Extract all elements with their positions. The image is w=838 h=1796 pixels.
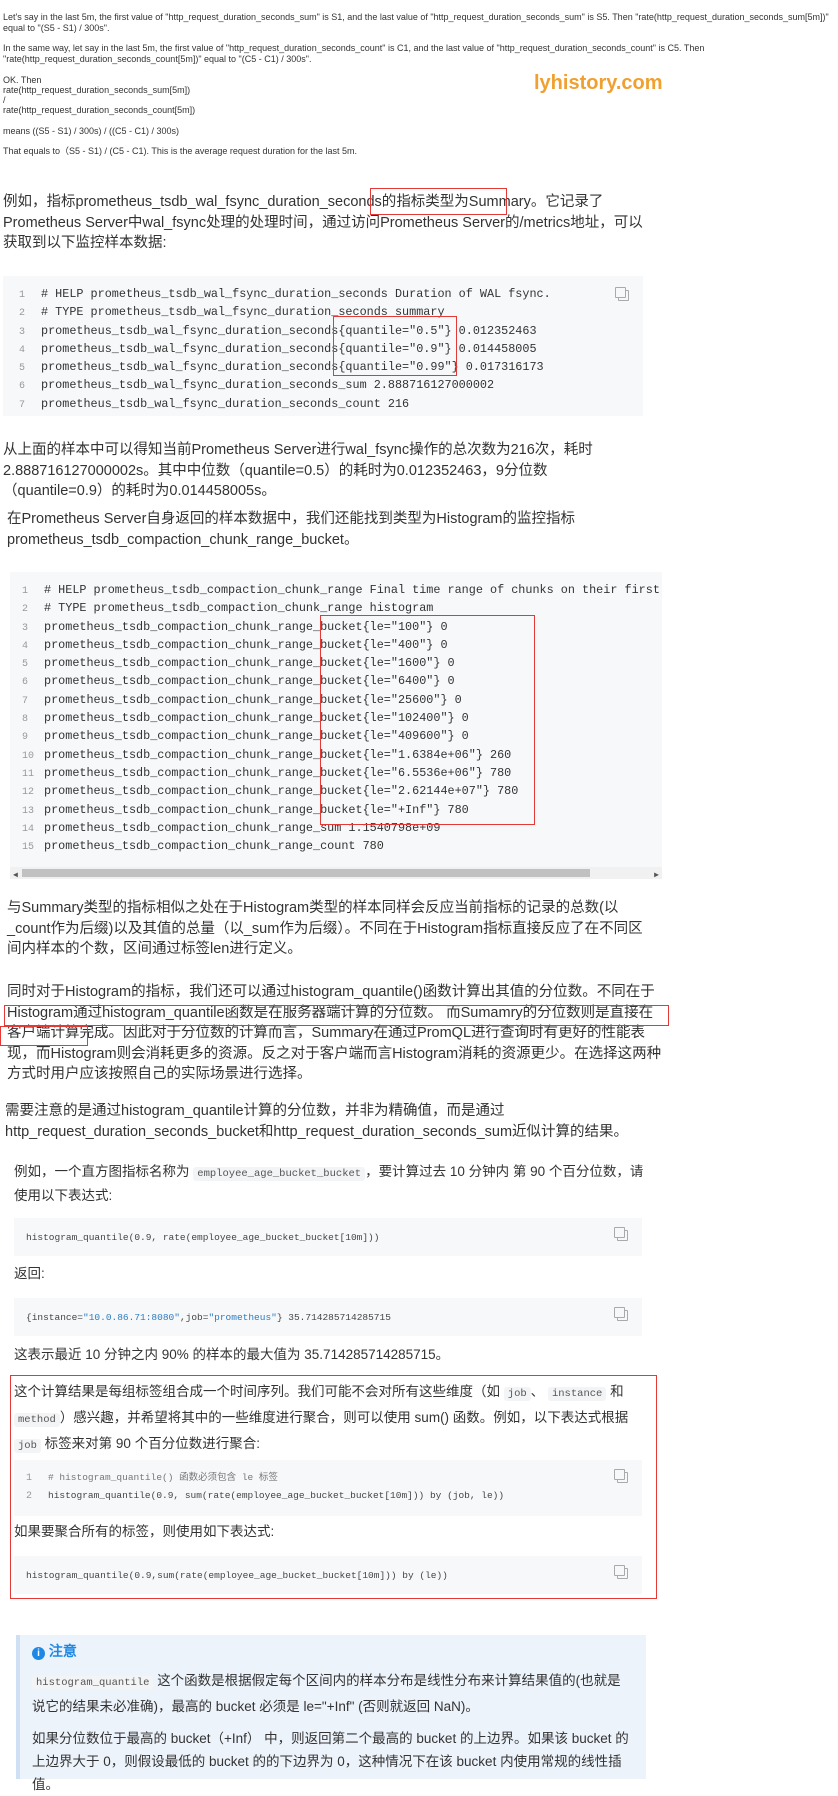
note-title: i 注意: [32, 1641, 77, 1661]
return-result-value: } 35.714285714285715: [276, 1312, 391, 1323]
scroll-right-arrow-icon[interactable]: ▶: [654, 870, 659, 879]
horizontal-scrollbar[interactable]: ◀ ▶: [10, 867, 662, 879]
aggregate-all-text: 如果要聚合所有的标签，则使用如下表达式:: [14, 1524, 275, 1539]
code-block-sum-by-job: 1 # histogram_quantile() 函数必须包含 le 标签 2 hi…: [14, 1460, 642, 1516]
copy-icon[interactable]: [615, 287, 629, 301]
code-lines: 1 # HELP prometheus_tsdb_wal_fsync_durati…: [19, 285, 551, 413]
summary-paragraph-a: 例如，指标prometheus_tsdb_wal_fsync_duration_…: [3, 194, 397, 210]
line-number: 2: [22, 604, 29, 616]
note-title-text: 注意: [48, 1643, 77, 1659]
line-number: 7: [19, 399, 26, 411]
code-text: # HELP prometheus_tsdb_compaction_chunk_…: [44, 583, 660, 597]
agg-text-b: ）感兴趣，并希望将其中的一些维度进行聚合，则可以使用 sum() 函数。例如，以…: [59, 1410, 629, 1425]
code-block-sum-by-le: histogram_quantile(0.9,sum(rate(employee…: [14, 1556, 642, 1594]
code-line: 3 prometheus_tsdb_wal_fsync_duration_seco…: [19, 322, 551, 340]
quantile-red-box-line1: [4, 1005, 669, 1026]
code-comment: # histogram_quantile() 函数必须包含 le 标签: [48, 1472, 278, 1483]
code-line: 6 prometheus_tsdb_wal_fsync_duration_seco…: [19, 376, 551, 394]
code-line: 2 # TYPE prometheus_tsdb_wal_fsync_durati…: [19, 303, 551, 321]
code-text: prometheus_tsdb_wal_fsync_duration_secon…: [41, 341, 537, 356]
note-callout: i 注意 histogram_quantile 这个函数是根据假定每个区间内的样…: [16, 1635, 646, 1792]
label-job-code: job: [14, 1439, 41, 1453]
quantile-red-box: [333, 316, 457, 376]
return-job-key: ,job=: [179, 1312, 209, 1323]
code-text: # TYPE prometheus_tsdb_compaction_chunk_…: [44, 601, 434, 616]
code-block-quantile: histogram_quantile(0.9, rate(employee_ag…: [14, 1218, 642, 1256]
code-text: # HELP prometheus_tsdb_wal_fsync_duratio…: [41, 287, 551, 301]
code-text: prometheus_tsdb_wal_fsync_duration_secon…: [41, 360, 544, 375]
quantile-a: 同时对于Histogram的指标，我们还可以通过histogram_quanti…: [7, 984, 655, 1000]
result-meaning: 这表示最近 10 分钟之内 90% 的样本的最大值为 35.7142857142…: [14, 1347, 450, 1362]
agg-text-d: 标签来对第 90 个百分位数进行聚合:: [44, 1436, 260, 1451]
label-method-code: method: [14, 1413, 60, 1427]
metric-name-code: employee_age_bucket_bucket: [193, 1167, 366, 1181]
watermark-logo: lyhistory.com: [534, 72, 663, 94]
intro-equals: That equals to（S5 - S1) / (C5 - C1). Thi…: [3, 146, 357, 156]
code-block-return: {instance="10.0.86.71:8080",job="prometh…: [14, 1298, 642, 1336]
code-text: prometheus_tsdb_wal_fsync_duration_secon…: [41, 378, 495, 393]
intro-means: means ((S5 - S1) / 300s) / ((C5 - C1) / …: [3, 126, 180, 136]
example-intro: 例如，一个直方图指标名称为 employee_age_bucket_bucket…: [14, 1161, 644, 1206]
code-text: prometheus_tsdb_wal_fsync_duration_secon…: [41, 396, 410, 411]
agg-separator: 、: [530, 1384, 545, 1399]
line-number: 12: [22, 787, 35, 799]
quantile-red-box-line2: [0, 1026, 88, 1046]
precision-note: 需要注意的是通过histogram_quantile计算的分位数，并非为精确值，…: [5, 1103, 629, 1140]
code-text: prometheus_tsdb_wal_fsync_duration_secon…: [41, 323, 537, 338]
line-number: 9: [22, 732, 29, 744]
agg-text-a: 这个计算结果是每组标签组合成一个时间序列。我们可能不会对所有这些维度（如: [14, 1384, 500, 1399]
scroll-left-arrow-icon[interactable]: ◀: [13, 870, 18, 879]
code-block-summary: 1 # HELP prometheus_tsdb_wal_fsync_durati…: [3, 276, 643, 416]
return-job-value: "prometheus": [208, 1312, 277, 1323]
code-sum-line: 2 histogram_quantile(0.9, sum(rate(employ…: [26, 1487, 504, 1505]
summary-explanation: 从上面的样本中可以得知当前Prometheus Server进行wal_fsyn…: [3, 442, 593, 499]
return-label-open: {instance=: [26, 1312, 84, 1323]
summary-paragraph: 例如，指标prometheus_tsdb_wal_fsync_duration_…: [3, 192, 653, 254]
return-label: 返回:: [14, 1266, 45, 1281]
aggregation-paragraph: 这个计算结果是每组标签组合成一个时间序列。我们可能不会对所有这些维度（如 job…: [14, 1380, 640, 1458]
line-number: 2: [19, 308, 26, 320]
copy-icon[interactable]: [614, 1307, 628, 1321]
code-quantile-line: histogram_quantile(0.9, rate(employee_ag…: [26, 1232, 380, 1243]
code-line: 15 prometheus_tsdb_compaction_chunk_range…: [22, 837, 660, 855]
agg-and: 和: [610, 1384, 624, 1399]
intro-paragraph-2: In the same way, let say in the last 5m,…: [3, 43, 705, 64]
bucket-red-box: [320, 615, 535, 825]
code-line: 1 # HELP prometheus_tsdb_compaction_chunk…: [22, 581, 660, 599]
intro-rate-sum: rate(http_request_duration_seconds_sum[5…: [3, 85, 191, 95]
copy-icon[interactable]: [614, 1227, 628, 1241]
label-job-code: job: [503, 1387, 531, 1401]
code-line: 5 prometheus_tsdb_wal_fsync_duration_seco…: [19, 358, 551, 376]
line-number: 2: [26, 1491, 33, 1502]
function-name-code: histogram_quantile: [32, 1676, 154, 1690]
label-instance-code: instance: [547, 1387, 607, 1401]
copy-icon[interactable]: [614, 1565, 628, 1579]
histogram-intro: 在Prometheus Server自身返回的样本数据中，我们还能找到类型为Hi…: [7, 511, 575, 548]
return-instance-value: "10.0.86.71:8080": [83, 1312, 180, 1323]
code-line: 1 # HELP prometheus_tsdb_wal_fsync_durati…: [19, 285, 551, 303]
code-line: 7 prometheus_tsdb_wal_fsync_duration_seco…: [19, 395, 551, 413]
histogram-similarity: 与Summary类型的指标相似之处在于Histogram类型的样本同样会反应当前…: [7, 900, 643, 957]
info-icon: i: [32, 1647, 45, 1660]
code-text: prometheus_tsdb_compaction_chunk_range_c…: [44, 839, 384, 854]
code-line: 4 prometheus_tsdb_wal_fsync_duration_seco…: [19, 340, 551, 358]
note-paragraph-2: 如果分位数位于最高的 bucket（+Inf） 中，则返回第二个最高的 buck…: [32, 1731, 629, 1792]
code-sum-expression: histogram_quantile(0.9, sum(rate(employe…: [48, 1490, 505, 1501]
note-paragraph-1: histogram_quantile 这个函数是根据假定每个区间内的样本分布是线…: [32, 1669, 632, 1718]
line-number: 1: [26, 1473, 33, 1484]
code-comment-line: 1 # histogram_quantile() 函数必须包含 le 标签: [26, 1469, 278, 1487]
copy-icon[interactable]: [614, 1469, 628, 1483]
code-return-line: {instance="10.0.86.71:8080",job="prometh…: [26, 1309, 391, 1327]
example-intro-a: 例如，一个直方图指标名称为: [14, 1164, 190, 1179]
code-sum-le-line: histogram_quantile(0.9,sum(rate(employee…: [26, 1570, 448, 1581]
scrollbar-thumb[interactable]: [22, 869, 590, 877]
intro-paragraph-1: Let's say in the last 5m, the first valu…: [3, 12, 829, 33]
quantile-paragraph: 同时对于Histogram的指标，我们还可以通过histogram_quanti…: [7, 982, 663, 1085]
summary-type-red-box: [370, 188, 507, 215]
line-number: 15: [22, 842, 35, 854]
intro-rate-count: rate(http_request_duration_seconds_count…: [3, 105, 196, 115]
